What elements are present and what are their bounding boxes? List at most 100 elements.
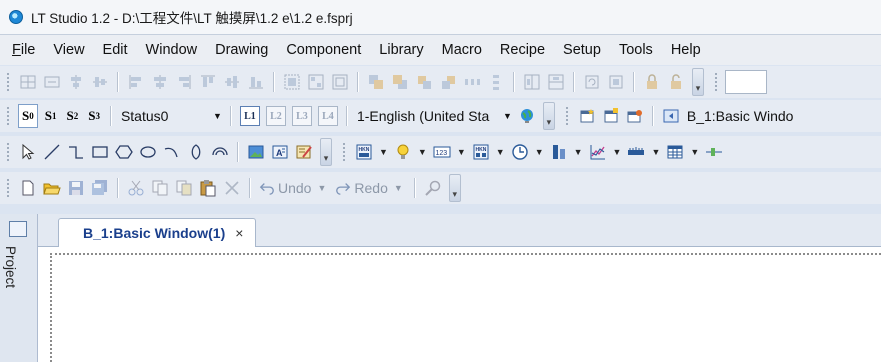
project-panel-icon[interactable] [9,221,27,237]
align-vcenter-icon[interactable] [89,71,111,93]
language-select[interactable]: 1-English (United Sta ▼ [353,105,515,127]
chevron-down-icon[interactable]: ▼ [418,147,427,157]
sector-icon[interactable] [209,141,231,163]
toolbar-grip[interactable] [6,72,10,92]
globe-icon[interactable] [516,105,538,127]
ungroup-icon[interactable] [305,71,327,93]
unlock-icon[interactable] [665,71,687,93]
text-icon[interactable]: A [269,141,291,163]
delete-icon[interactable] [221,177,243,199]
copy-icon[interactable] [149,177,171,199]
editor-canvas[interactable] [38,247,881,362]
zoom-field[interactable] [725,70,767,94]
menu-tools[interactable]: Tools [619,42,653,58]
status-s0-button[interactable]: S0 [18,104,38,128]
bring-forward-icon[interactable] [413,71,435,93]
window-settings-icon[interactable] [624,105,646,127]
word-switch-icon[interactable]: HKN [470,141,492,163]
status-s2-button[interactable]: S2 [63,105,81,127]
chevron-down-icon[interactable]: ▼ [574,147,583,157]
rectangle-icon[interactable] [89,141,111,163]
table-draw-icon[interactable] [293,141,315,163]
align-middle-icon[interactable] [41,71,63,93]
status-s3-button[interactable]: S3 [85,105,103,127]
chevron-down-icon[interactable]: ▼ [496,147,505,157]
menu-library[interactable]: Library [379,42,423,58]
flip-v-icon[interactable] [545,71,567,93]
save-icon[interactable] [65,177,87,199]
layer-l1-button[interactable]: L1 [239,106,260,126]
picture-icon[interactable] [245,141,267,163]
polyline-icon[interactable] [65,141,87,163]
save-all-icon[interactable] [89,177,111,199]
polygon-icon[interactable] [113,141,135,163]
chevron-down-icon[interactable]: ▼ [651,147,660,157]
menu-edit[interactable]: Edit [103,42,128,58]
flip-h-icon[interactable] [521,71,543,93]
layer-l4-button[interactable]: L4 [317,106,338,126]
menu-recipe[interactable]: Recipe [500,42,545,58]
paste-icon[interactable] [197,177,219,199]
align-vmiddle-icon[interactable] [221,71,243,93]
pointer-icon[interactable] [17,141,39,163]
align-grid-icon[interactable] [17,71,39,93]
chevron-down-icon[interactable]: ▼ [535,147,544,157]
undo-button[interactable]: Undo ▼ [259,180,329,196]
chevron-down-icon[interactable]: ▼ [690,147,699,157]
toolbar-grip[interactable] [564,106,569,126]
toolbar-grip[interactable] [6,106,10,126]
align-left-icon[interactable] [125,71,147,93]
chevron-down-icon[interactable]: ▼ [613,147,622,157]
trend-chart-icon[interactable] [587,141,609,163]
slider-icon[interactable] [703,141,725,163]
status-s1-button[interactable]: S1 [42,105,60,127]
toolbar-grip[interactable] [6,142,10,162]
open-folder-icon[interactable] [41,177,63,199]
lock-icon[interactable] [641,71,663,93]
menu-setup[interactable]: Setup [563,42,601,58]
toolbar-overflow-chevron-icon[interactable]: ▾ [692,68,704,96]
toolbar-overflow-chevron-icon[interactable]: ▾ [448,174,461,202]
chevron-down-icon[interactable]: ▼ [457,147,466,157]
menu-file[interactable]: File [12,42,35,58]
status-select[interactable]: Status0 ▼ [117,105,225,127]
toolbar-grip[interactable] [714,72,718,92]
rotate-icon[interactable] [581,71,603,93]
chevron-down-icon[interactable]: ▼ [379,147,388,157]
bring-front-icon[interactable] [365,71,387,93]
close-icon[interactable]: × [235,225,243,241]
tab-basic-window[interactable]: B_1:Basic Window(1) × [58,218,257,247]
toolbar-overflow-chevron-icon[interactable]: ▾ [542,102,555,130]
bit-switch-icon[interactable]: HKN [353,141,375,163]
toolbar-overflow-chevron-icon[interactable]: ▾ [320,138,332,166]
send-backward-icon[interactable] [437,71,459,93]
bar-graph-icon[interactable] [548,141,570,163]
data-table-icon[interactable] [664,141,686,163]
align-top-icon[interactable] [197,71,219,93]
toolbar-grip[interactable] [342,142,346,162]
menu-macro[interactable]: Macro [442,42,482,58]
redo-button[interactable]: Redo ▼ [335,180,405,196]
distribute-v-icon[interactable] [485,71,507,93]
menu-window[interactable]: Window [146,42,198,58]
scale-icon[interactable] [625,141,647,163]
layer-l3-button[interactable]: L3 [291,106,312,126]
make-same-size-icon[interactable] [329,71,351,93]
menu-component[interactable]: Component [286,42,361,58]
align-center-icon[interactable] [65,71,87,93]
new-window-icon[interactable] [576,105,598,127]
ellipse-icon[interactable] [137,141,159,163]
align-hcenter-icon[interactable] [149,71,171,93]
window-list-icon[interactable] [600,105,622,127]
group-icon[interactable] [281,71,303,93]
lamp-icon[interactable] [392,141,414,163]
align-bottom-icon[interactable] [245,71,267,93]
window-back-icon[interactable] [660,105,682,127]
find-icon[interactable] [422,177,444,199]
menu-view[interactable]: View [53,42,84,58]
menu-help[interactable]: Help [671,42,701,58]
align-right-icon[interactable] [173,71,195,93]
cut-icon[interactable] [125,177,147,199]
layer-l2-button[interactable]: L2 [265,106,286,126]
new-file-icon[interactable] [17,177,39,199]
